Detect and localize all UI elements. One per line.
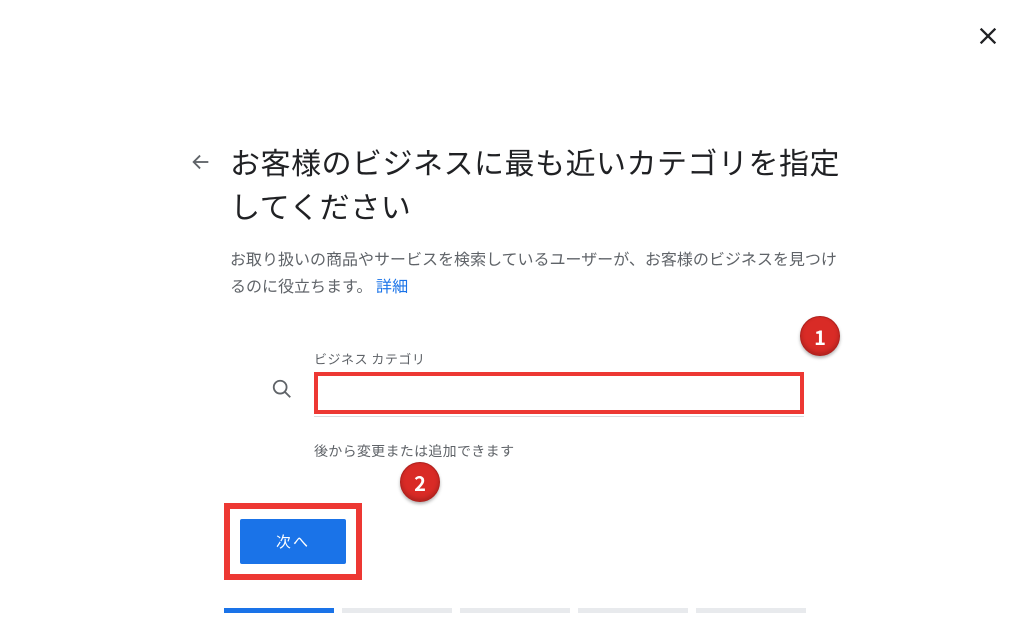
next-button[interactable]: 次へ <box>240 519 346 564</box>
annotation-callout-2: 2 <box>400 462 440 502</box>
progress-bar <box>224 608 850 613</box>
back-arrow-icon[interactable] <box>190 140 212 180</box>
progress-segment <box>224 608 334 613</box>
page-title: お客様のビジネスに最も近いカテゴリを指定してください <box>230 140 850 227</box>
page-description: お取り扱いの商品やサービスを検索しているユーザーが、お客様のビジネスを見つけるの… <box>230 245 850 299</box>
annotation-callout-1: 1 <box>800 316 840 356</box>
close-icon[interactable] <box>976 24 1000 48</box>
field-label: ビジネス カテゴリ <box>314 349 804 368</box>
description-text: お取り扱いの商品やサービスを検索しているユーザーが、お客様のビジネスを見つけるの… <box>230 246 837 297</box>
progress-segment <box>342 608 452 613</box>
progress-segment <box>696 608 806 613</box>
progress-segment <box>460 608 570 613</box>
main-content: お客様のビジネスに最も近いカテゴリを指定してください お取り扱いの商品やサービス… <box>0 0 850 613</box>
input-underline <box>314 416 804 417</box>
progress-segment <box>578 608 688 613</box>
annotation-highlight-2: 次へ <box>224 503 362 580</box>
search-icon <box>270 377 294 401</box>
annotation-highlight-1 <box>314 372 804 414</box>
helper-text: 後から変更または追加できます <box>314 441 850 461</box>
category-field-section: ビジネス カテゴリ 後から変更または追加できます <box>270 349 850 461</box>
learn-more-link[interactable]: 詳細 <box>376 273 408 297</box>
business-category-input[interactable] <box>320 378 798 408</box>
